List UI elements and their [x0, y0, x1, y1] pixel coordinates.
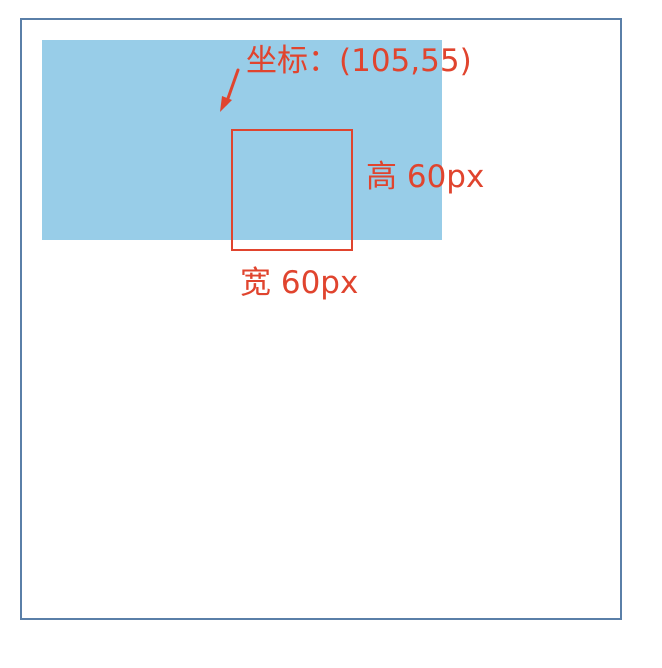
coordinate-label: 坐标：(105,55) [246, 43, 472, 79]
arrow-down-left-icon [220, 68, 240, 112]
width-label: 宽 60px [240, 265, 359, 301]
height-label: 高 60px [366, 159, 485, 195]
target-box [231, 129, 353, 251]
arrow-head [220, 96, 232, 112]
